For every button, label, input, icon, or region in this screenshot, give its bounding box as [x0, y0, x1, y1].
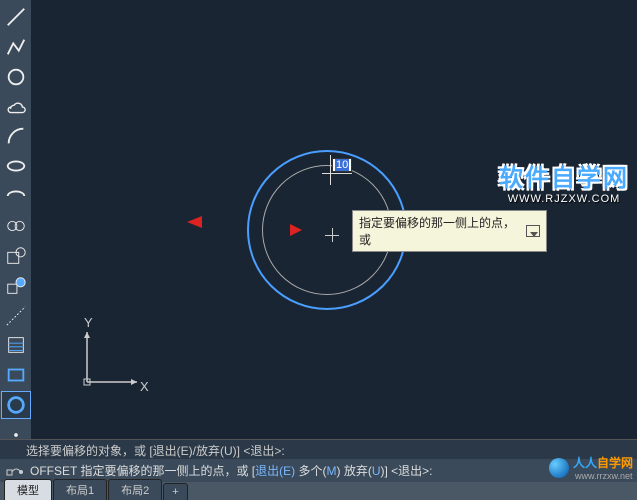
dynamic-input-value: 10: [335, 159, 349, 171]
site-watermark: 软件自学网 WWW.RJZXW.COM: [499, 158, 629, 205]
left-toolbar: [0, 0, 32, 450]
watermark-title: 软件自学网: [499, 158, 629, 193]
annotation-arrow-left: [187, 212, 242, 232]
tab-model[interactable]: 模型: [4, 479, 52, 500]
tooltip-text: 指定要偏移的那一侧上的点，或: [359, 214, 526, 248]
ucs-x-label: X: [140, 379, 149, 394]
drawing-canvas[interactable]: 10 指定要偏移的那一侧上的点，或 X Y 软件自学网 WWW.RJZXW.CO…: [32, 0, 637, 450]
dynamic-input-box[interactable]: 10: [332, 158, 352, 172]
arc-icon[interactable]: [1, 122, 31, 150]
circle-icon[interactable]: [1, 63, 31, 91]
tab-layout1[interactable]: 布局1: [53, 479, 107, 500]
polyline-icon[interactable]: [1, 33, 31, 61]
globe-icon: [549, 458, 569, 478]
ucs-y-label: Y: [84, 315, 93, 330]
donut-icon[interactable]: [1, 391, 31, 419]
hatch-icon[interactable]: [1, 331, 31, 359]
ellipse-icon[interactable]: [1, 152, 31, 180]
command-prompt-icon: [6, 463, 24, 479]
cursor-crosshair: [327, 230, 337, 240]
footer-watermark: 人人自学网 www.rrzxw.net: [549, 454, 633, 481]
command-line-area: 选择要偏移的对象，或 [退出(E)/放弃(U)] <退出>: OFFSET 指定…: [0, 439, 637, 482]
revision-cloud-icon[interactable]: [1, 212, 31, 240]
tab-add[interactable]: +: [163, 483, 187, 500]
layout-tabs: 模型 布局1 布局2 +: [0, 482, 637, 500]
cloud-icon[interactable]: [1, 93, 31, 121]
rectangle-icon[interactable]: [1, 361, 31, 389]
command-tooltip: 指定要偏移的那一侧上的点，或: [352, 210, 547, 252]
tooltip-dropdown-icon[interactable]: [526, 225, 540, 237]
command-history: 选择要偏移的对象，或 [退出(E)/放弃(U)] <退出>:: [0, 440, 637, 459]
ucs-icon: [77, 322, 147, 392]
rect-circle-icon[interactable]: [1, 272, 31, 300]
ellipse-arc-icon[interactable]: [1, 182, 31, 210]
line-icon[interactable]: [1, 3, 31, 31]
command-text: OFFSET 指定要偏移的那一侧上的点，或 [退出(E) 多个(M) 放弃(U)…: [30, 462, 433, 479]
watermark-url: WWW.RJZXW.COM: [499, 193, 629, 205]
construction-line-icon[interactable]: [1, 302, 31, 330]
tab-layout2[interactable]: 布局2: [108, 479, 162, 500]
rect-combo-icon[interactable]: [1, 242, 31, 270]
annotation-arrow-right: [262, 220, 302, 240]
